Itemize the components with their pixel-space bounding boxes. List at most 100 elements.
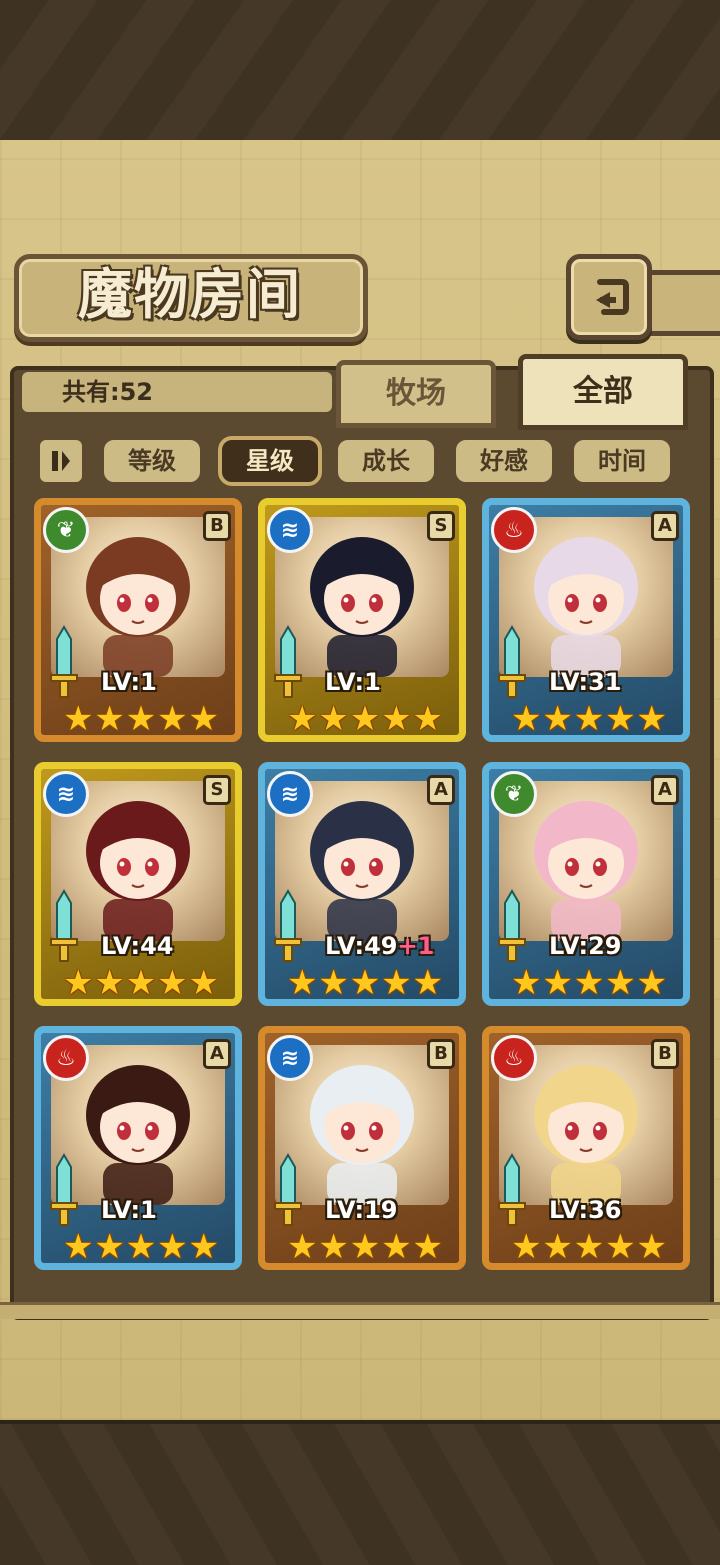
grass-element-icon: ❦ — [43, 507, 89, 553]
star-icon: ★ — [349, 963, 381, 1003]
level-text: LV:29 — [549, 932, 622, 960]
level-text: LV:49 — [325, 932, 398, 960]
star-icon: ★ — [287, 1227, 318, 1267]
star-rating: ★ ★ ★ ★ ★ — [287, 963, 443, 1003]
star-icon: ★ — [318, 963, 349, 1003]
star-icon: ★ — [188, 963, 219, 1003]
back-button[interactable] — [566, 254, 652, 340]
star-icon: ★ — [318, 699, 349, 739]
star-icon: ★ — [511, 963, 542, 1003]
star-icon: ★ — [412, 699, 443, 739]
sort-order-toggle[interactable] — [36, 436, 86, 486]
star-icon: ★ — [542, 699, 573, 739]
monster-card[interactable]: ♨ B LV:36 ★ ★ ★ ★ ★ — [482, 1026, 690, 1270]
star-icon: ★ — [573, 699, 605, 739]
rank-badge: S — [203, 775, 231, 805]
sword-icon — [273, 889, 303, 969]
water-element-icon: ≋ — [267, 1035, 313, 1081]
monster-level: LV:1 — [101, 1195, 157, 1225]
star-icon: ★ — [381, 1227, 412, 1267]
fire-element-icon: ♨ — [491, 1035, 537, 1081]
star-rating: ★ ★ ★ ★ ★ — [511, 1227, 667, 1267]
star-rating: ★ ★ ★ ★ ★ — [63, 1227, 219, 1267]
tab-ranch[interactable]: 牧场 — [336, 360, 496, 428]
star-icon: ★ — [188, 699, 219, 739]
rank-badge: A — [651, 775, 679, 805]
monster-level: LV:29 — [549, 931, 621, 961]
star-icon: ★ — [605, 963, 636, 1003]
monster-card[interactable]: ♨ A LV:1 ★ ★ ★ ★ ★ — [34, 1026, 242, 1270]
monster-card[interactable]: ≋ A LV:49+1 ★ ★ ★ ★ ★ — [258, 762, 466, 1006]
star-rating: ★ ★ ★ ★ ★ — [511, 963, 667, 1003]
map-background-top — [0, 0, 720, 144]
monster-card[interactable]: ≋ B LV:19 ★ ★ ★ ★ ★ — [258, 1026, 466, 1270]
star-icon: ★ — [94, 699, 125, 739]
star-rating: ★ ★ ★ ★ ★ — [63, 963, 219, 1003]
sword-icon — [273, 625, 303, 705]
star-icon: ★ — [349, 1227, 381, 1267]
list-bottom-rail — [0, 1302, 720, 1319]
star-icon: ★ — [63, 699, 94, 739]
star-icon: ★ — [381, 699, 412, 739]
sword-icon — [49, 1153, 79, 1233]
sort-bar: 等级 星级 成长 好感 时间 — [24, 432, 690, 490]
fire-element-icon: ♨ — [43, 1035, 89, 1081]
star-icon: ★ — [188, 1227, 219, 1267]
rank-badge: S — [427, 511, 455, 541]
rank-badge: A — [203, 1039, 231, 1069]
pause-toggle-icon — [52, 451, 70, 471]
sword-icon — [49, 625, 79, 705]
rank-badge: A — [427, 775, 455, 805]
level-text: LV:36 — [549, 1196, 622, 1224]
monster-level: LV:44 — [101, 931, 173, 961]
monster-card[interactable]: ≋ S LV:1 ★ ★ ★ ★ ★ — [258, 498, 466, 742]
star-icon: ★ — [318, 1227, 349, 1267]
star-icon: ★ — [157, 699, 188, 739]
level-text: LV:31 — [549, 668, 622, 696]
grass-element-icon: ❦ — [491, 771, 537, 817]
sword-icon — [49, 889, 79, 969]
sort-by-star[interactable]: 星级 — [218, 436, 322, 486]
star-icon: ★ — [287, 963, 318, 1003]
sort-by-time[interactable]: 时间 — [570, 436, 674, 486]
water-element-icon: ≋ — [43, 771, 89, 817]
monster-card[interactable]: ♨ A LV:31 ★ ★ ★ ★ ★ — [482, 498, 690, 742]
monster-card[interactable]: ❦ B LV:1 ★ ★ ★ ★ ★ — [34, 498, 242, 742]
star-icon: ★ — [542, 963, 573, 1003]
star-icon: ★ — [412, 1227, 443, 1267]
star-icon: ★ — [412, 963, 443, 1003]
back-button-extension — [646, 270, 720, 336]
star-icon: ★ — [573, 963, 605, 1003]
monster-level: LV:31 — [549, 667, 621, 697]
star-rating: ★ ★ ★ ★ ★ — [287, 1227, 443, 1267]
star-icon: ★ — [94, 1227, 125, 1267]
star-rating: ★ ★ ★ ★ ★ — [63, 699, 219, 739]
monster-level: LV:19 — [325, 1195, 397, 1225]
rank-badge: A — [651, 511, 679, 541]
level-text: LV:1 — [101, 1196, 157, 1224]
star-icon: ★ — [125, 699, 157, 739]
star-icon: ★ — [542, 1227, 573, 1267]
rank-badge: B — [427, 1039, 455, 1069]
sort-by-growth[interactable]: 成长 — [334, 436, 438, 486]
star-icon: ★ — [349, 699, 381, 739]
sort-by-level[interactable]: 等级 — [100, 436, 204, 486]
star-icon: ★ — [125, 1227, 157, 1267]
level-text: LV:1 — [325, 668, 381, 696]
sort-by-affection[interactable]: 好感 — [452, 436, 556, 486]
star-rating: ★ ★ ★ ★ ★ — [287, 699, 443, 739]
star-icon: ★ — [573, 1227, 605, 1267]
fire-element-icon: ♨ — [491, 507, 537, 553]
star-icon: ★ — [157, 1227, 188, 1267]
tab-all[interactable]: 全部 — [518, 354, 688, 430]
star-icon: ★ — [636, 699, 667, 739]
sword-icon — [497, 889, 527, 969]
star-icon: ★ — [605, 1227, 636, 1267]
monster-card[interactable]: ❦ A LV:29 ★ ★ ★ ★ ★ — [482, 762, 690, 1006]
star-icon: ★ — [287, 699, 318, 739]
monster-card[interactable]: ≋ S LV:44 ★ ★ ★ ★ ★ — [34, 762, 242, 1006]
sword-icon — [497, 625, 527, 705]
star-icon: ★ — [157, 963, 188, 1003]
monster-level: LV:1 — [101, 667, 157, 697]
monster-level: LV:36 — [549, 1195, 621, 1225]
